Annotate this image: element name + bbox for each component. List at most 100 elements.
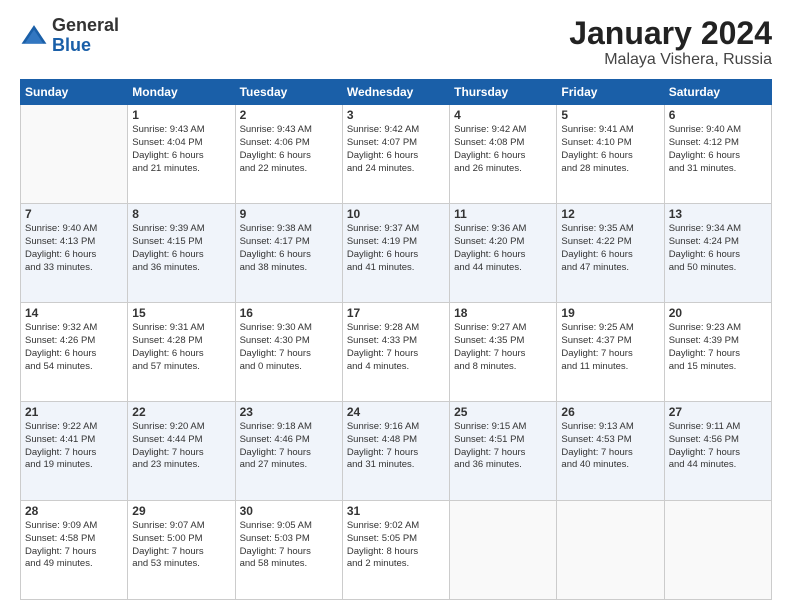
calendar-cell [21, 105, 128, 204]
calendar-cell: 9Sunrise: 9:38 AM Sunset: 4:17 PM Daylig… [235, 204, 342, 303]
day-number: 17 [347, 306, 445, 320]
subtitle: Malaya Vishera, Russia [569, 51, 772, 69]
title-block: January 2024 Malaya Vishera, Russia [569, 16, 772, 69]
page: General Blue January 2024 Malaya Vishera… [0, 0, 792, 612]
day-detail: Sunrise: 9:28 AM Sunset: 4:33 PM Dayligh… [347, 322, 445, 373]
day-number: 20 [669, 306, 767, 320]
day-detail: Sunrise: 9:32 AM Sunset: 4:26 PM Dayligh… [25, 322, 123, 373]
calendar-cell: 3Sunrise: 9:42 AM Sunset: 4:07 PM Daylig… [342, 105, 449, 204]
calendar-week-row: 28 Sunrise: 9:09 AM Sunset: 4:58 PM Dayli… [21, 501, 772, 600]
day-number: 21 [25, 405, 123, 419]
calendar-cell: 2 Sunrise: 9:43 AM Sunset: 4:06 PM Daylig… [235, 105, 342, 204]
day-detail: Sunrise: 9:16 AM Sunset: 4:48 PM Dayligh… [347, 421, 445, 472]
calendar-cell [450, 501, 557, 600]
day-detail: Sunrise: 9:20 AM Sunset: 4:44 PM Dayligh… [132, 421, 230, 472]
day-detail: Sunrise: 9:30 AM Sunset: 4:30 PM Dayligh… [240, 322, 338, 373]
logo-text: General Blue [52, 16, 119, 56]
col-header-friday: Friday [557, 80, 664, 105]
calendar-header-row: SundayMondayTuesdayWednesdayThursdayFrid… [21, 80, 772, 105]
day-number: 31 [347, 504, 445, 518]
day-number: 29 [132, 504, 230, 518]
day-detail: Sunrise: 9:42 AM Sunset: 4:07 PM Dayligh… [347, 124, 445, 175]
day-number: 30 [240, 504, 338, 518]
day-detail: Sunrise: 9:43 AM Sunset: 4:06 PM Dayligh… [240, 124, 338, 175]
calendar-cell: 19 Sunrise: 9:25 AM Sunset: 4:37 PM Dayli… [557, 303, 664, 402]
main-title: January 2024 [569, 16, 772, 51]
day-detail: Sunrise: 9:22 AM Sunset: 4:41 PM Dayligh… [25, 421, 123, 472]
day-number: 5 [561, 108, 659, 122]
day-detail: Sunrise: 9:34 AM Sunset: 4:24 PM Dayligh… [669, 223, 767, 274]
day-detail: Sunrise: 9:11 AM Sunset: 4:56 PM Dayligh… [669, 421, 767, 472]
calendar-cell: 28 Sunrise: 9:09 AM Sunset: 4:58 PM Dayli… [21, 501, 128, 600]
day-number: 13 [669, 207, 767, 221]
day-detail: Sunrise: 9:27 AM Sunset: 4:35 PM Dayligh… [454, 322, 552, 373]
calendar-table: SundayMondayTuesdayWednesdayThursdayFrid… [20, 79, 772, 600]
day-number: 2 [240, 108, 338, 122]
calendar-cell: 16 Sunrise: 9:30 AM Sunset: 4:30 PM Dayli… [235, 303, 342, 402]
day-number: 7 [25, 207, 123, 221]
calendar-cell: 4 Sunrise: 9:42 AM Sunset: 4:08 PM Daylig… [450, 105, 557, 204]
day-detail: Sunrise: 9:07 AM Sunset: 5:00 PM Dayligh… [132, 520, 230, 571]
calendar-cell: 12 Sunrise: 9:35 AM Sunset: 4:22 PM Dayli… [557, 204, 664, 303]
day-number: 14 [25, 306, 123, 320]
calendar-cell: 7Sunrise: 9:40 AM Sunset: 4:13 PM Daylig… [21, 204, 128, 303]
calendar-cell: 21 Sunrise: 9:22 AM Sunset: 4:41 PM Dayli… [21, 402, 128, 501]
calendar-cell: 26Sunrise: 9:13 AM Sunset: 4:53 PM Dayli… [557, 402, 664, 501]
calendar-week-row: 7Sunrise: 9:40 AM Sunset: 4:13 PM Daylig… [21, 204, 772, 303]
logo: General Blue [20, 16, 119, 56]
calendar-cell: 6 Sunrise: 9:40 AM Sunset: 4:12 PM Daylig… [664, 105, 771, 204]
day-detail: Sunrise: 9:42 AM Sunset: 4:08 PM Dayligh… [454, 124, 552, 175]
day-number: 1 [132, 108, 230, 122]
header: General Blue January 2024 Malaya Vishera… [20, 16, 772, 69]
calendar-cell: 20 Sunrise: 9:23 AM Sunset: 4:39 PM Dayli… [664, 303, 771, 402]
day-number: 4 [454, 108, 552, 122]
calendar-cell: 17 Sunrise: 9:28 AM Sunset: 4:33 PM Dayli… [342, 303, 449, 402]
day-detail: Sunrise: 9:39 AM Sunset: 4:15 PM Dayligh… [132, 223, 230, 274]
day-number: 24 [347, 405, 445, 419]
day-number: 15 [132, 306, 230, 320]
col-header-sunday: Sunday [21, 80, 128, 105]
day-detail: Sunrise: 9:43 AM Sunset: 4:04 PM Dayligh… [132, 124, 230, 175]
calendar-cell: 24 Sunrise: 9:16 AM Sunset: 4:48 PM Dayli… [342, 402, 449, 501]
calendar-cell: 8 Sunrise: 9:39 AM Sunset: 4:15 PM Daylig… [128, 204, 235, 303]
calendar-cell: 13 Sunrise: 9:34 AM Sunset: 4:24 PM Dayli… [664, 204, 771, 303]
day-number: 25 [454, 405, 552, 419]
day-detail: Sunrise: 9:18 AM Sunset: 4:46 PM Dayligh… [240, 421, 338, 472]
col-header-saturday: Saturday [664, 80, 771, 105]
day-detail: Sunrise: 9:09 AM Sunset: 4:58 PM Dayligh… [25, 520, 123, 571]
calendar-cell [557, 501, 664, 600]
calendar-cell: 11Sunrise: 9:36 AM Sunset: 4:20 PM Dayli… [450, 204, 557, 303]
day-detail: Sunrise: 9:40 AM Sunset: 4:12 PM Dayligh… [669, 124, 767, 175]
day-number: 16 [240, 306, 338, 320]
calendar-cell: 27 Sunrise: 9:11 AM Sunset: 4:56 PM Dayli… [664, 402, 771, 501]
calendar-cell: 29 Sunrise: 9:07 AM Sunset: 5:00 PM Dayli… [128, 501, 235, 600]
calendar-cell [664, 501, 771, 600]
day-number: 6 [669, 108, 767, 122]
day-number: 27 [669, 405, 767, 419]
logo-icon [20, 22, 48, 50]
day-detail: Sunrise: 9:35 AM Sunset: 4:22 PM Dayligh… [561, 223, 659, 274]
day-detail: Sunrise: 9:41 AM Sunset: 4:10 PM Dayligh… [561, 124, 659, 175]
calendar-week-row: 21 Sunrise: 9:22 AM Sunset: 4:41 PM Dayli… [21, 402, 772, 501]
calendar-cell: 22Sunrise: 9:20 AM Sunset: 4:44 PM Dayli… [128, 402, 235, 501]
day-detail: Sunrise: 9:25 AM Sunset: 4:37 PM Dayligh… [561, 322, 659, 373]
day-number: 8 [132, 207, 230, 221]
day-number: 23 [240, 405, 338, 419]
day-detail: Sunrise: 9:05 AM Sunset: 5:03 PM Dayligh… [240, 520, 338, 571]
calendar-cell: 23 Sunrise: 9:18 AM Sunset: 4:46 PM Dayli… [235, 402, 342, 501]
day-number: 18 [454, 306, 552, 320]
day-number: 12 [561, 207, 659, 221]
day-number: 19 [561, 306, 659, 320]
day-detail: Sunrise: 9:37 AM Sunset: 4:19 PM Dayligh… [347, 223, 445, 274]
calendar-cell: 5 Sunrise: 9:41 AM Sunset: 4:10 PM Daylig… [557, 105, 664, 204]
calendar-cell: 14 Sunrise: 9:32 AM Sunset: 4:26 PM Dayli… [21, 303, 128, 402]
logo-general-text: General [52, 16, 119, 36]
calendar-week-row: 14 Sunrise: 9:32 AM Sunset: 4:26 PM Dayli… [21, 303, 772, 402]
day-detail: Sunrise: 9:23 AM Sunset: 4:39 PM Dayligh… [669, 322, 767, 373]
day-number: 10 [347, 207, 445, 221]
calendar-cell: 18 Sunrise: 9:27 AM Sunset: 4:35 PM Dayli… [450, 303, 557, 402]
day-detail: Sunrise: 9:13 AM Sunset: 4:53 PM Dayligh… [561, 421, 659, 472]
calendar-week-row: 1 Sunrise: 9:43 AM Sunset: 4:04 PM Daylig… [21, 105, 772, 204]
day-number: 28 [25, 504, 123, 518]
day-detail: Sunrise: 9:15 AM Sunset: 4:51 PM Dayligh… [454, 421, 552, 472]
